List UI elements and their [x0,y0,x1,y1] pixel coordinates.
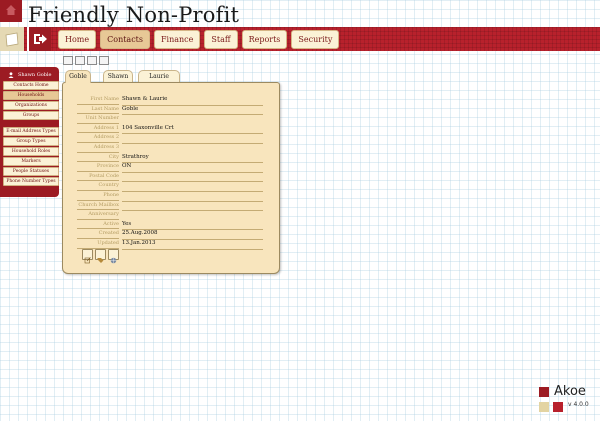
tags-icon[interactable] [95,249,106,263]
sidebar-item-household-roles[interactable]: Household Roles [3,147,59,156]
field-row: Country [63,181,279,191]
logout-button[interactable] [27,27,51,51]
field-label: Address 3 [93,144,119,150]
tab-member-laurie[interactable]: Laurie [138,70,180,82]
field-row: Phone [63,191,279,201]
field-value [122,181,263,183]
app-title: Friendly Non-Profit [28,3,240,27]
notes-button[interactable] [0,27,24,51]
field-label: Address 1 [93,124,119,131]
logout-icon [34,34,47,44]
field-value: 13.Jan.2013 [122,239,263,250]
field-value [122,200,263,202]
nav-tab-finance[interactable]: Finance [154,30,201,49]
field-value [122,191,263,192]
edit-icon[interactable] [82,249,93,264]
sidebar-item-markers[interactable]: Markers [3,157,59,166]
field-row: Created 25.Aug.2008 [63,229,279,240]
panel-actions [82,249,119,264]
edit-glyph [84,257,91,264]
field-label: Address 2 [93,134,119,141]
brand-square [553,402,563,412]
sidebar-item-households[interactable]: Households [3,91,59,100]
field-label: Anniversary [88,211,119,218]
field-label: Active [103,220,119,227]
sidebar-item-contacts-home[interactable]: Contacts Home [3,81,59,90]
field-row: Church Mailbox [63,200,279,211]
field-row: Unit Number [63,114,279,124]
person-icon [8,72,14,78]
field-value [122,210,263,212]
field-value [122,133,263,135]
nav-tab-home[interactable]: Home [58,30,97,49]
sidebar-item-group-types[interactable]: Group Types [3,137,59,146]
field-label: Postal Code [89,172,119,179]
sidebar-item-phone-number-types[interactable]: Phone Number Types [3,177,59,186]
field-row: Address 3 [63,143,279,153]
field-label: First Name [90,96,119,102]
current-user-name: Shawn Goble [18,72,52,78]
brand-name: Akoe [554,384,586,399]
sidebar: Shawn Goble Contacts Home Households Org… [0,67,59,197]
field-row: Active Yes [63,220,279,231]
field-row: Address 2 [63,133,279,143]
sidebar-item-groups[interactable]: Groups [3,111,59,120]
field-row: Updated 13.Jan.2013 [63,239,279,250]
field-label: Church Mailbox [78,201,119,208]
brand-version: v 4.0.0 [568,401,589,408]
brand-square [539,402,549,412]
tab-member-shawn[interactable]: Shawn [103,70,133,82]
field-label: Phone [103,192,119,198]
field-value [122,143,263,144]
brand-square [539,387,549,397]
tags-glyph [97,258,104,263]
nav-tab-security[interactable]: Security [291,30,340,49]
household-detail-panel: First Name Shawn & Laurie Last Name Goble Un… [62,82,280,274]
field-row: Province ON [63,162,279,173]
home-logo[interactable] [0,0,22,22]
tab-household[interactable]: Goble [65,70,91,83]
notepad-icon [5,32,19,47]
field-row: Postal Code [63,171,279,182]
field-value [122,114,263,116]
detail-view-icon[interactable] [75,56,85,65]
current-user[interactable]: Shawn Goble [3,70,55,80]
house-icon [6,5,16,15]
brand-block: Akoe v 4.0.0 [539,384,599,415]
field-label: Province [96,163,119,170]
field-row: Anniversary [63,210,279,220]
field-label: Updated [97,240,119,246]
view-toolbar [63,56,109,65]
field-row: Address 1 104 Saxonville Crt [63,124,279,135]
sidebar-item-organizations[interactable]: Organizations [3,101,59,110]
nav-tab-staff[interactable]: Staff [204,30,238,49]
people-view-icon[interactable] [99,56,109,65]
field-label: City [108,153,119,160]
field-label: Last Name [91,105,119,112]
main-nav: Home Contacts Finance Staff Reports Secu… [58,30,340,49]
list-view-icon[interactable] [63,56,73,65]
field-row: Last Name Goble [63,105,279,116]
field-label: Created [98,230,119,237]
field-row: City Strathroy [63,153,279,164]
field-value [122,171,263,173]
field-label: Country [98,182,119,189]
globe-icon[interactable] [108,249,119,264]
sidebar-item-people-statuses[interactable]: People Statuses [3,167,59,176]
field-row: First Name Shawn & Laurie [63,95,279,106]
field-label: Unit Number [85,115,119,122]
nav-tab-reports[interactable]: Reports [241,30,288,49]
nav-tab-contacts[interactable]: Contacts [100,30,150,49]
globe-glyph [110,257,117,264]
card-view-icon[interactable] [87,56,97,65]
sidebar-item-email-address-types[interactable]: E-mail Address Types [3,127,59,136]
